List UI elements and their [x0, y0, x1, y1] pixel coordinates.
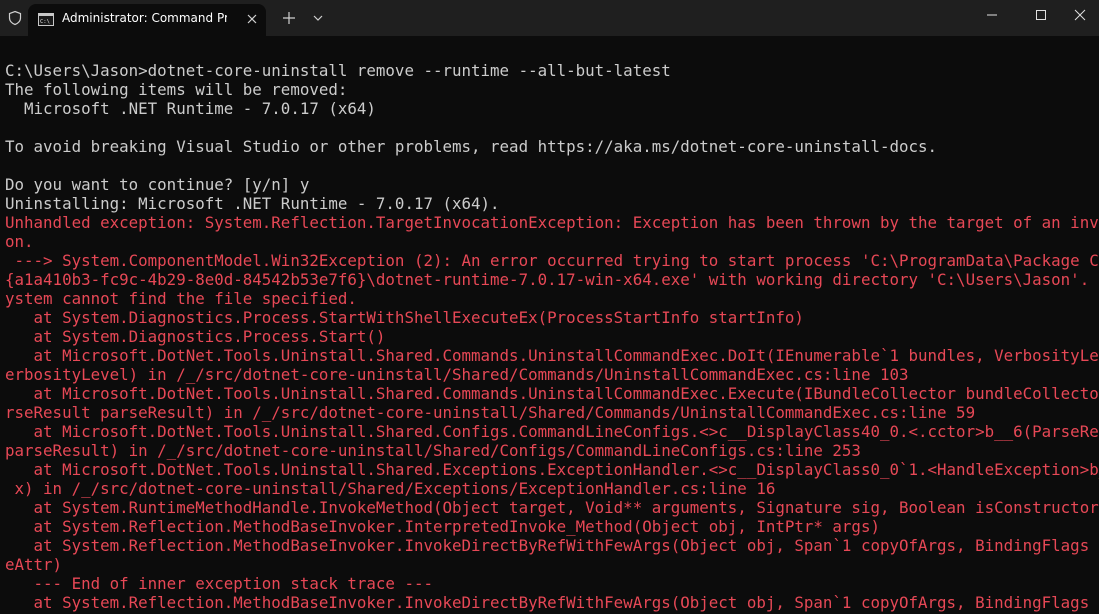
- plus-icon[interactable]: [281, 10, 297, 26]
- shield-icon: [8, 10, 22, 26]
- error-line: at Microsoft.DotNet.Tools.Uninstall.Shar…: [5, 422, 1099, 441]
- error-line: rseResult parseResult) in /_/src/dotnet-…: [5, 403, 976, 422]
- error-line: at Microsoft.DotNet.Tools.Uninstall.Shar…: [5, 346, 1099, 365]
- error-line: parseResult) in /_/src/dotnet-core-unins…: [5, 441, 861, 460]
- error-line: at Microsoft.DotNet.Tools.Uninstall.Shar…: [5, 384, 1099, 403]
- maximize-icon: [1036, 10, 1046, 20]
- output-line: C:\Users\Jason>dotnet-core-uninstall rem…: [5, 61, 671, 80]
- maximize-button[interactable]: [1017, 0, 1063, 32]
- error-line: at System.Reflection.MethodBaseInvoker.I…: [5, 593, 1099, 612]
- tab-title: Administrator: Command Pro: [62, 11, 227, 25]
- error-line: at System.Diagnostics.Process.Start(): [5, 327, 386, 346]
- close-icon[interactable]: [246, 13, 258, 25]
- error-line: Unhandled exception: System.Reflection.T…: [5, 213, 1099, 232]
- error-line: at Microsoft.DotNet.Tools.Uninstall.Shar…: [5, 460, 1099, 479]
- error-line: {a1a410b3-fc9c-4b29-8e0d-84542b53e7f6}\d…: [5, 270, 1099, 289]
- title-bar[interactable]: C:\ Administrator: Command Pro: [0, 0, 1099, 36]
- error-line: x) in /_/src/dotnet-core-uninstall/Share…: [5, 479, 776, 498]
- cmd-icon: C:\: [38, 13, 54, 26]
- close-icon: [1074, 9, 1086, 21]
- terminal-lines: C:\Users\Jason>dotnet-core-uninstall rem…: [5, 61, 1099, 612]
- chevron-down-icon[interactable]: [312, 12, 324, 24]
- output-line: Do you want to continue? [y/n] y: [5, 175, 310, 194]
- error-line: on.: [5, 232, 34, 251]
- close-button[interactable]: [1060, 0, 1099, 32]
- error-line: ---> System.ComponentModel.Win32Exceptio…: [5, 251, 1099, 270]
- error-line: at System.RuntimeMethodHandle.InvokeMeth…: [5, 498, 1099, 517]
- svg-text:C:\: C:\: [40, 19, 50, 25]
- terminal-output[interactable]: C:\Users\Jason>dotnet-core-uninstall rem…: [0, 36, 1099, 614]
- error-line: eAttr): [5, 555, 63, 574]
- output-line: Microsoft .NET Runtime - 7.0.17 (x64): [5, 99, 376, 118]
- minimize-button[interactable]: [968, 0, 1014, 32]
- output-line: The following items will be removed:: [5, 80, 348, 99]
- tab-command-prompt[interactable]: C:\ Administrator: Command Pro: [28, 4, 266, 36]
- error-line: --- End of inner exception stack trace -…: [5, 574, 433, 593]
- minimize-icon: [987, 14, 997, 16]
- error-line: at System.Reflection.MethodBaseInvoker.I…: [5, 517, 880, 536]
- error-line: at System.Reflection.MethodBaseInvoker.I…: [5, 536, 1099, 555]
- error-line: ystem cannot find the file specified.: [5, 289, 357, 308]
- output-line: Uninstalling: Microsoft .NET Runtime - 7…: [5, 194, 500, 213]
- output-line: To avoid breaking Visual Studio or other…: [5, 137, 938, 156]
- error-line: erbosityLevel) in /_/src/dotnet-core-uni…: [5, 365, 909, 384]
- error-line: at System.Diagnostics.Process.StartWithS…: [5, 308, 804, 327]
